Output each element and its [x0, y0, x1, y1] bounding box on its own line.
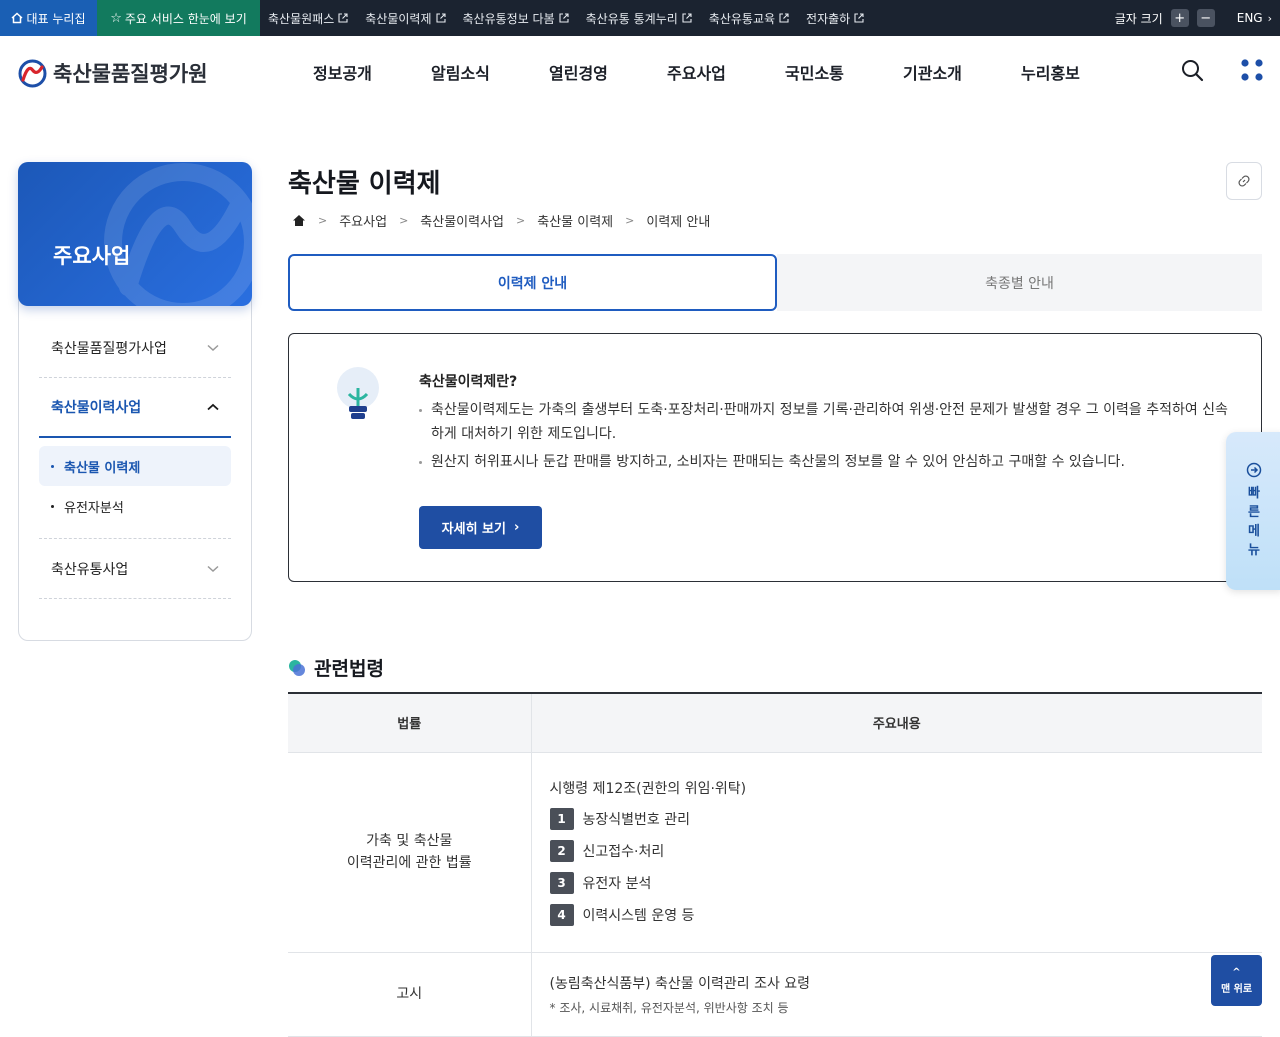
tab-species-guide[interactable]: 축종별 안내 — [777, 254, 1262, 311]
sidebar-item-traceability[interactable]: 축산물이력사업 — [39, 378, 231, 438]
related-laws-section-header: 관련법령 — [288, 654, 384, 681]
external-link-icon — [779, 13, 789, 23]
breadcrumb-current: 이력제 안내 — [646, 215, 711, 230]
chevron-up-icon — [207, 403, 219, 411]
column-header: 법률 — [288, 694, 532, 753]
font-size-decrease-button[interactable]: − — [1196, 9, 1215, 27]
font-size-label: 글자 크기 — [1114, 11, 1163, 26]
topbar-link-eshipping[interactable]: 전자출하 — [806, 10, 864, 27]
chevron-right-icon: > — [625, 214, 635, 227]
gnb-item-info-disclosure[interactable]: 정보공개 — [313, 60, 431, 84]
law-content-cell: (농림축산식품부) 축산물 이력관리 조사 요령 * 조사, 시료채취, 유전자… — [531, 952, 1262, 1037]
topbar-link-dabom[interactable]: 축산유통정보 다봄 — [463, 10, 569, 27]
external-link-icon — [682, 13, 692, 23]
all-menu-icon[interactable] — [1240, 58, 1264, 82]
chevron-right-icon: > — [318, 214, 328, 227]
breadcrumb: > 주요사업 > 축산물이력사업 > 축산물 이력제 > 이력제 안내 — [292, 211, 710, 230]
breadcrumb-item[interactable]: 축산물 이력제 — [537, 211, 613, 230]
content-tabs: 이력제 안내 축종별 안내 — [288, 254, 1262, 311]
info-description: 축산물이력제도는 가축의 출생부터 도축·포장처리·판매까지 정보를 기록·관리… — [419, 398, 1229, 478]
external-link-icon — [435, 13, 446, 23]
list-item: 2 신고접수·처리 — [549, 840, 1245, 862]
chevron-right-icon: > — [399, 214, 409, 227]
table-row: 가축 및 축산물 이력관리에 관한 법률 시행령 제12조(권한의 위임·위탁)… — [288, 752, 1262, 953]
law-name-cell: 가축 및 축산물 이력관리에 관한 법률 — [288, 752, 532, 953]
info-title: 축산물이력제란? — [419, 374, 518, 390]
sidebar-subitem-dna-analysis[interactable]: 유전자분석 — [39, 486, 231, 526]
topbar-link-traceability[interactable]: 축산물이력제 — [365, 10, 446, 27]
logo-mark-icon — [18, 59, 47, 87]
home-site-link[interactable]: 대표 누리집 — [0, 0, 97, 36]
top-utility-bar: 대표 누리집 ☆ 주요 서비스 한눈에 보기 축산물원패스 축산물이력제 축산유… — [0, 0, 1280, 36]
list-item: 4 이력시스템 운영 등 — [549, 904, 1245, 926]
quick-menu-icon — [1246, 462, 1262, 478]
language-switch[interactable]: ENG › — [1237, 11, 1272, 25]
chevron-down-icon — [207, 565, 219, 572]
section-bullet-icon — [289, 659, 305, 676]
external-link-icon — [338, 13, 348, 23]
star-icon: ☆ — [110, 10, 122, 26]
quick-menu-button[interactable]: 빠른메뉴 — [1226, 432, 1280, 590]
chevron-right-icon: > — [516, 214, 526, 227]
sidebar-item-quality-grading[interactable]: 축산물품질평가사업 — [39, 318, 231, 378]
chevron-right-icon: › — [1267, 11, 1272, 25]
home-icon[interactable] — [292, 214, 306, 227]
page-title: 축산물 이력제 — [288, 169, 441, 199]
side-navigation-header: 주요사업 — [18, 162, 252, 306]
law-name-cell: 고시 — [288, 952, 532, 1037]
chevron-down-icon — [207, 344, 219, 351]
more-details-button[interactable]: 자세히 보기 › — [419, 506, 542, 549]
gnb-item-promotion[interactable]: 누리홍보 — [1021, 60, 1139, 84]
quick-menu-label: 빠른메뉴 — [1248, 486, 1260, 558]
search-icon[interactable] — [1180, 58, 1204, 82]
breadcrumb-item[interactable]: 축산물이력사업 — [420, 211, 504, 230]
external-link-icon — [854, 13, 864, 23]
related-laws-table: 법률 주요내용 가축 및 축산물 이력관리에 관한 법률 시행령 제12조(권한… — [288, 692, 1262, 1037]
logo-text: 축산물품질평가원 — [53, 62, 208, 86]
sidebar-subitem-traceability-system[interactable]: 축산물 이력제 — [39, 446, 231, 486]
info-box: 축산물이력제란? 축산물이력제도는 가축의 출생부터 도축·포장처리·판매까지 … — [288, 333, 1262, 582]
law-clause-heading: (농림축산식품부) 축산물 이력관리 조사 요령 — [549, 975, 811, 992]
column-header: 주요내용 — [531, 694, 1262, 753]
watermark-logo-icon — [104, 163, 252, 306]
font-size-increase-button[interactable]: + — [1170, 9, 1189, 27]
info-bullet: 축산물이력제도는 가축의 출생부터 도축·포장처리·판매까지 정보를 기록·관리… — [419, 398, 1229, 446]
gnb-item-main-business[interactable]: 주요사업 — [667, 60, 785, 84]
section-title: 관련법령 — [314, 658, 384, 680]
list-item: 1 농장식별번호 관리 — [549, 808, 1245, 830]
chevron-right-icon: › — [513, 520, 520, 535]
table-row: 고시 (농림축산식품부) 축산물 이력관리 조사 요령 * 조사, 시료채취, … — [288, 952, 1262, 1037]
sidebar-submenu: 축산물 이력제 유전자분석 — [39, 438, 231, 539]
main-navigation: 정보공개 알림소식 열린경영 주요사업 국민소통 기관소개 누리홍보 — [313, 60, 1139, 84]
home-icon — [11, 12, 23, 24]
topbar-link-onepass[interactable]: 축산물원패스 — [268, 10, 348, 27]
gnb-item-communication[interactable]: 국민소통 — [785, 60, 903, 84]
gnb-item-open-management[interactable]: 열린경영 — [549, 60, 667, 84]
topbar-link-education[interactable]: 축산유통교육 — [709, 10, 789, 27]
share-link-button[interactable] — [1226, 162, 1262, 200]
link-icon — [1238, 175, 1250, 187]
chevron-up-icon: ^ — [1232, 966, 1241, 978]
main-services-link[interactable]: ☆ 주요 서비스 한눈에 보기 — [97, 0, 260, 36]
tab-traceability-guide[interactable]: 이력제 안내 — [288, 254, 777, 311]
site-header: 축산물품질평가원 정보공개 알림소식 열린경영 주요사업 국민소통 기관소개 누… — [0, 36, 1280, 108]
scroll-to-top-button[interactable]: ^ 맨 위로 — [1211, 955, 1262, 1006]
law-content-cell: 시행령 제12조(권한의 위임·위탁) 1 농장식별번호 관리 2 신고접수·처리 … — [531, 752, 1262, 953]
side-navigation: 주요사업 축산물품질평가사업 축산물이력사업 축산물 이력제 유전자분석 축산유… — [18, 162, 252, 641]
external-link-icon — [559, 13, 569, 23]
gnb-item-about[interactable]: 기관소개 — [903, 60, 1021, 84]
info-bullet: 원산지 허위표시나 둔갑 판매를 방지하고, 소비자는 판매되는 축산물의 정보… — [419, 450, 1229, 474]
list-item: 3 유전자 분석 — [549, 872, 1245, 894]
side-navigation-title: 주요사업 — [53, 244, 131, 268]
main-services-label: 주요 서비스 한눈에 보기 — [124, 11, 247, 26]
topbar-link-statistics[interactable]: 축산유통 통계누리 — [586, 10, 692, 27]
breadcrumb-item[interactable]: 주요사업 — [339, 211, 387, 230]
site-logo[interactable]: 축산물품질평가원 — [18, 58, 208, 88]
lightbulb-icon — [337, 367, 379, 419]
law-clause-heading: 시행령 제12조(권한의 위임·위탁) — [549, 781, 747, 797]
law-note: * 조사, 시료채취, 유전자분석, 위반사항 조치 등 — [549, 1000, 789, 1015]
sidebar-item-distribution[interactable]: 축산유통사업 — [39, 539, 231, 599]
gnb-item-news[interactable]: 알림소식 — [431, 60, 549, 84]
home-site-label: 대표 누리집 — [26, 11, 86, 26]
